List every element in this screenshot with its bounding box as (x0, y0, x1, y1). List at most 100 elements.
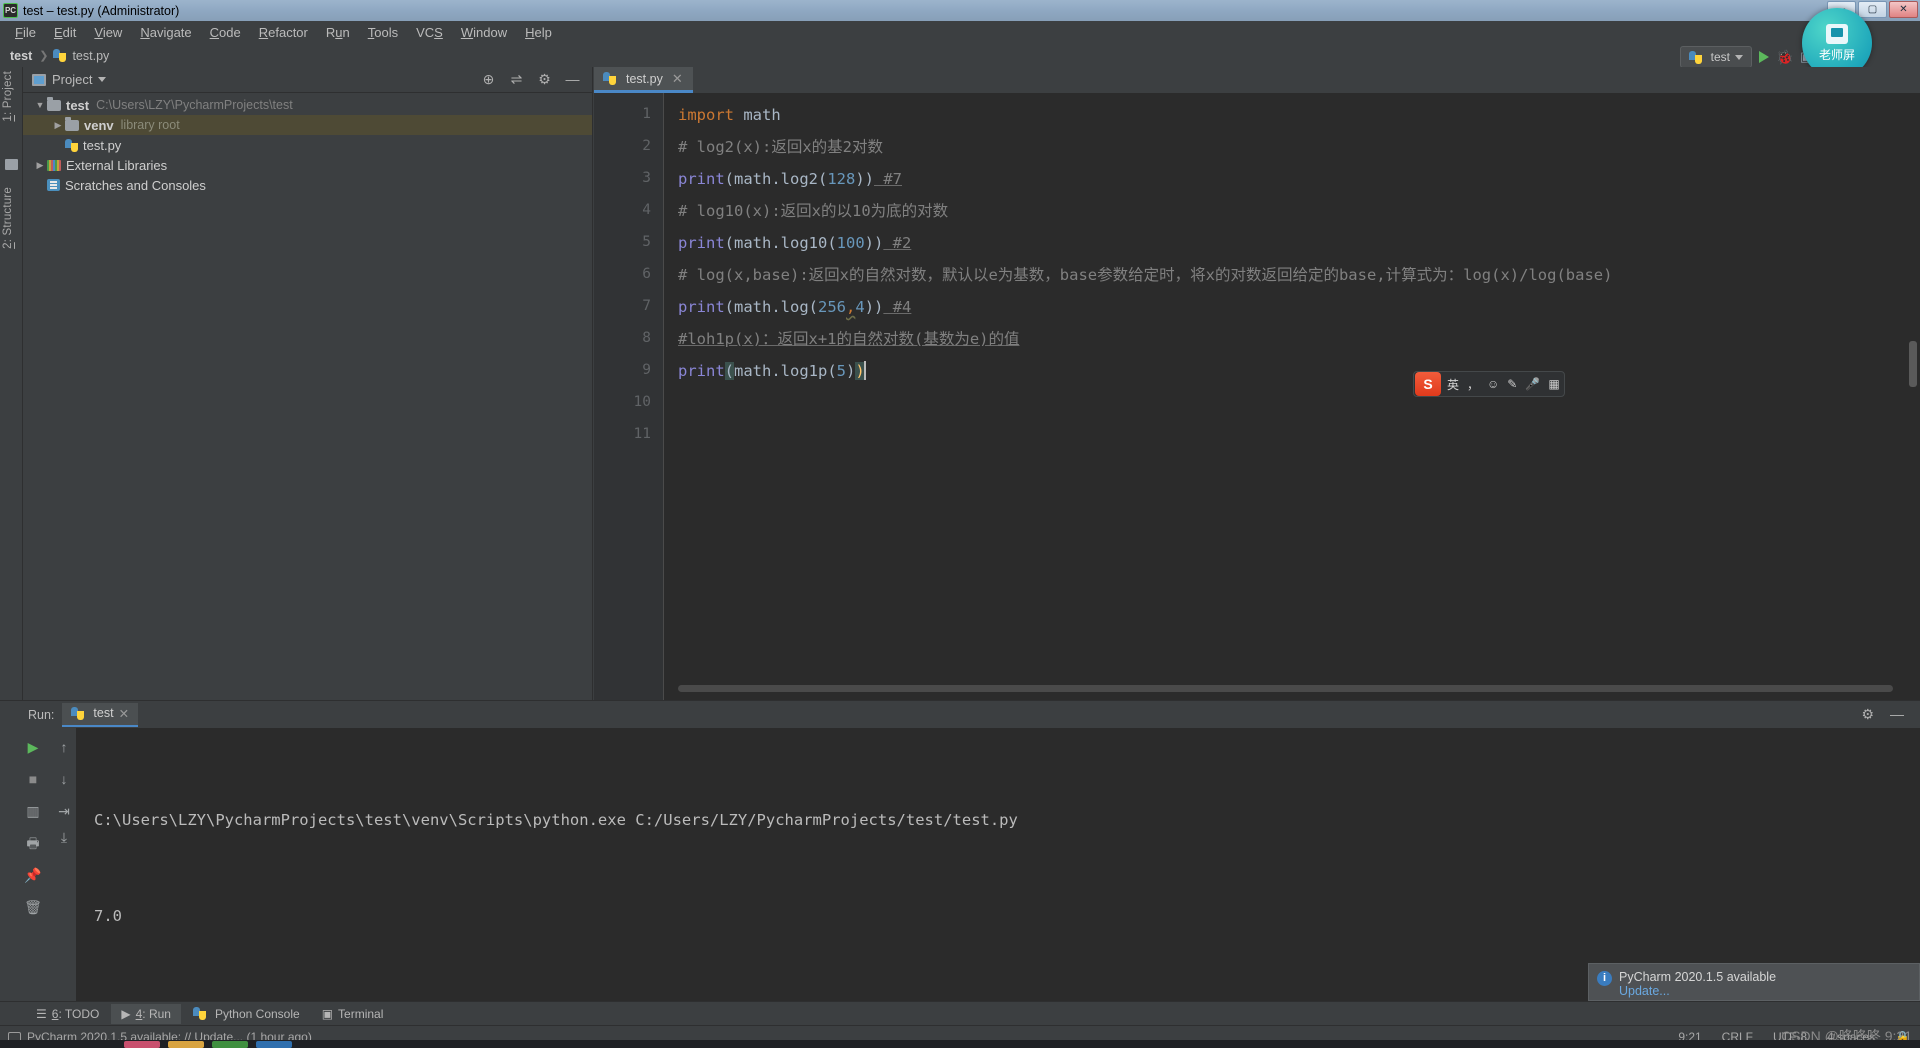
run-tool-window: Run: test ✕ ⚙ — ▶ ↑ ■ ↓ ▥ ⇥ ⤓ 🖶 📌 🗑 C:\U… (0, 700, 1920, 1021)
code-token: print (678, 170, 725, 188)
menu-vcs[interactable]: VCS (407, 23, 452, 42)
tab-test-py[interactable]: test.py ✕ (594, 67, 693, 93)
menu-navigate[interactable]: Navigate (131, 23, 200, 42)
code-token: print (678, 234, 725, 252)
menu-tools[interactable]: Tools (359, 23, 407, 42)
soft-wrap-icon[interactable]: ⇥ (55, 802, 73, 820)
minimize-icon[interactable]: — (1890, 706, 1904, 723)
down-icon[interactable]: ↓ (55, 770, 73, 788)
code-area[interactable]: 1 2 3 4 5 6 7 8 9 10 11 import math # lo (594, 93, 1920, 700)
run-output-body: ▶ ↑ ■ ↓ ▥ ⇥ ⤓ 🖶 📌 🗑 C:\Users\LZY\Pycharm… (0, 728, 1920, 1021)
breadcrumb-file[interactable]: test.py (70, 49, 111, 63)
locate-icon[interactable]: ⊕ (481, 72, 496, 87)
code-text[interactable]: import math # log2(x):返回x的基2对数 print(mat… (678, 93, 1920, 700)
close-icon[interactable]: ✕ (672, 71, 683, 87)
code-token: 128 (827, 170, 856, 188)
taskbar-item[interactable] (168, 1041, 204, 1048)
menu-view[interactable]: View (85, 23, 131, 42)
code-token: 5 (836, 362, 847, 380)
stop-icon[interactable]: ■ (24, 770, 42, 788)
chevron-down-icon[interactable] (98, 77, 107, 82)
code-line: print(math.log2(128)) #7 (678, 163, 902, 195)
taskbar-item[interactable] (212, 1041, 248, 1048)
window-titlebar: PC test – test.py (Administrator) ─ ▢ ✕ (0, 0, 1920, 21)
code-token: # log(x,base):返回x的自然对数，默认以e为基数，base参数给定时… (678, 266, 1613, 284)
up-icon[interactable]: ↑ (55, 738, 73, 756)
code-token: #4 (883, 298, 912, 316)
collapse-all-icon[interactable]: ⇌ (509, 72, 524, 87)
twisty-expanded-icon[interactable]: ▼ (33, 100, 47, 110)
ime-voice-icon[interactable]: 🎤 (1521, 377, 1544, 391)
project-panel-title: Project (52, 72, 93, 87)
sogou-ime-icon[interactable]: S (1415, 372, 1441, 396)
bottom-tab-terminal[interactable]: ▣ Terminal (312, 1004, 394, 1024)
menu-window[interactable]: Window (452, 23, 516, 42)
ime-punctuation-icon[interactable]: ， (1463, 376, 1483, 393)
run-configuration-selector[interactable]: test (1679, 46, 1752, 68)
run-icon[interactable] (1759, 51, 1769, 63)
notification-link[interactable]: Update... (1619, 984, 1776, 998)
console-output[interactable]: C:\Users\LZY\PycharmProjects\test\venv\S… (76, 728, 1920, 1021)
rerun-icon[interactable]: ▶ (24, 738, 42, 756)
ime-toolbar[interactable]: S 英 ， ☺ ✎ 🎤 ▦ (1413, 371, 1565, 397)
code-token: (math.log2( (724, 170, 828, 188)
taskbar-item[interactable] (256, 1041, 292, 1048)
trash-icon[interactable]: 🗑 (24, 898, 42, 916)
close-button[interactable]: ✕ (1889, 1, 1918, 18)
breadcrumb-project[interactable]: test (8, 49, 34, 63)
bottom-tab-todo[interactable]: ☰ 6: TODO (26, 1004, 109, 1024)
bottom-tab-run[interactable]: ▶ 4: Run (111, 1003, 181, 1024)
layout-icon[interactable]: ▥ (24, 802, 42, 820)
code-line: print(math.log10(100)) #2 (678, 227, 911, 259)
line-number: 2 (642, 138, 651, 154)
bottom-tab-python-console[interactable]: Python Console (183, 1004, 310, 1024)
menu-run[interactable]: Run (317, 23, 359, 42)
line-number-gutter: 1 2 3 4 5 6 7 8 9 10 11 (594, 93, 664, 700)
terminal-icon: ▣ (321, 1006, 334, 1021)
run-icon: ▶ (121, 1006, 131, 1021)
gear-icon[interactable]: ⚙ (1861, 706, 1874, 723)
ime-emoji-icon[interactable]: ☺ (1483, 377, 1503, 391)
twisty-collapsed-icon[interactable]: ▶ (51, 120, 65, 131)
hide-icon[interactable]: — (565, 72, 580, 87)
menu-refactor[interactable]: Refactor (250, 23, 317, 42)
sidebar-tab-structure[interactable]: 2: Structure (2, 187, 14, 249)
editor-vertical-scrollbar[interactable] (1909, 341, 1917, 387)
scroll-to-end-icon[interactable]: ⤓ (55, 828, 73, 846)
ime-menu-icon[interactable]: ▦ (1544, 377, 1563, 391)
close-icon[interactable]: ✕ (119, 706, 129, 721)
tree-row-external-libraries[interactable]: ▶ External Libraries (23, 155, 592, 175)
twisty-collapsed-icon[interactable]: ▶ (33, 160, 47, 171)
maximize-button[interactable]: ▢ (1858, 1, 1887, 18)
pin-icon[interactable]: 📌 (24, 866, 42, 884)
run-tab-test[interactable]: test ✕ (62, 702, 139, 727)
tree-label: test (66, 97, 90, 113)
menu-edit[interactable]: Edit (45, 23, 85, 42)
menu-code[interactable]: Code (201, 23, 250, 42)
menu-file[interactable]: File (6, 23, 45, 42)
bottom-tool-tabs: ☰ 6: TODO ▶ 4: Run Python Console ▣ Term… (0, 1001, 1920, 1025)
ime-handwrite-icon[interactable]: ✎ (1503, 377, 1521, 391)
print-icon[interactable]: 🖶 (24, 834, 42, 852)
taskbar-item[interactable] (124, 1041, 160, 1048)
gear-icon[interactable]: ⚙ (537, 72, 552, 87)
menu-help[interactable]: Help (516, 23, 561, 42)
editor-horizontal-scrollbar[interactable] (678, 685, 1893, 692)
ime-mode-label[interactable]: 英 (1443, 376, 1463, 393)
run-side-toolbar: ▶ ↑ ■ ↓ ▥ ⇥ ⤓ 🖶 📌 🗑 (0, 728, 76, 1002)
tree-row-venv[interactable]: ▶ venv library root (23, 115, 592, 135)
code-token: #loh1p(x)：返回x+1的自然对数(基数为e)的值 (678, 330, 1020, 348)
chevron-down-icon (1735, 54, 1743, 60)
update-notification[interactable]: i PyCharm 2020.1.5 available Update... (1588, 963, 1920, 1001)
sidebar-tab-project[interactable]: 1: Project (2, 71, 14, 122)
debug-icon[interactable]: 🐞 (1776, 49, 1793, 66)
tree-row-scratches[interactable]: Scratches and Consoles (23, 175, 592, 195)
bottom-tab-label: Python Console (214, 1006, 300, 1021)
code-token: )) (864, 234, 884, 252)
project-panel-header: Project ⊕ ⇌ ⚙ — (23, 67, 592, 93)
tree-row-testpy[interactable]: test.py (23, 135, 592, 155)
tree-note: C:\Users\LZY\PycharmProjects\test (96, 98, 293, 112)
code-token: print (678, 362, 725, 380)
tree-row-test[interactable]: ▼ test C:\Users\LZY\PycharmProjects\test (23, 95, 592, 115)
libraries-icon (47, 159, 61, 171)
